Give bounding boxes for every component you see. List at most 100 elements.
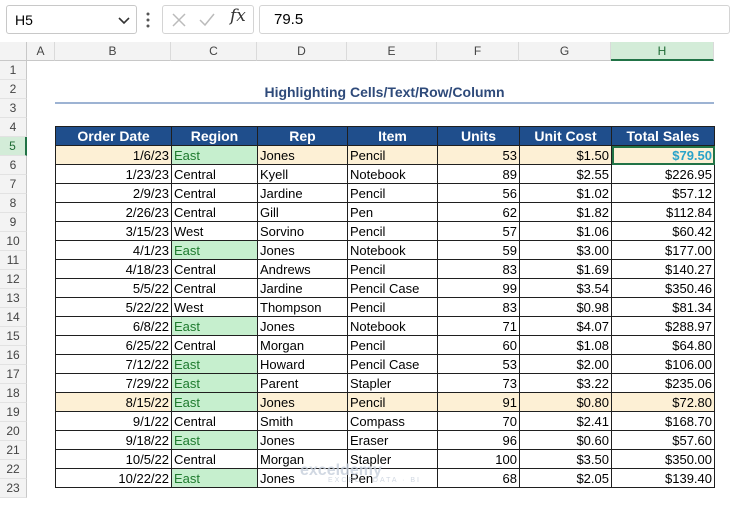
table-cell[interactable]: Jones — [257, 392, 348, 412]
table-cell[interactable]: $0.80 — [519, 392, 612, 412]
row-header-17[interactable]: 17 — [0, 365, 27, 384]
header-cell[interactable]: Item — [347, 126, 438, 146]
column-header-d[interactable]: D — [257, 42, 347, 61]
column-header-e[interactable]: E — [347, 42, 437, 61]
table-cell[interactable]: 6/25/22 — [55, 335, 172, 355]
table-cell[interactable]: $0.98 — [519, 297, 612, 317]
table-cell[interactable]: Pencil — [347, 297, 438, 317]
table-cell[interactable]: East — [171, 430, 258, 450]
table-cell[interactable]: East — [171, 316, 258, 336]
table-cell[interactable]: 4/1/23 — [55, 240, 172, 260]
table-cell[interactable]: $226.95 — [611, 164, 715, 184]
table-cell[interactable]: 7/29/22 — [55, 373, 172, 393]
table-cell[interactable]: $64.80 — [611, 335, 715, 355]
table-cell[interactable]: Kyell — [257, 164, 348, 184]
column-header-b[interactable]: B — [55, 42, 171, 61]
table-cell[interactable]: $81.34 — [611, 297, 715, 317]
table-cell[interactable]: 1/23/23 — [55, 164, 172, 184]
table-cell[interactable]: East — [171, 145, 258, 165]
table-cell[interactable]: Notebook — [347, 316, 438, 336]
table-cell[interactable]: $168.70 — [611, 411, 715, 431]
select-all-corner[interactable] — [0, 42, 27, 61]
table-cell[interactable]: 83 — [437, 297, 520, 317]
table-cell[interactable]: 73 — [437, 373, 520, 393]
table-cell[interactable]: 7/12/22 — [55, 354, 172, 374]
table-cell[interactable]: West — [171, 221, 258, 241]
table-cell[interactable]: Jardine — [257, 278, 348, 298]
enter-check-icon[interactable] — [198, 12, 216, 28]
header-cell[interactable]: Total Sales — [611, 126, 715, 146]
insert-function-icon[interactable]: fx — [230, 6, 246, 26]
table-cell[interactable]: Central — [171, 183, 258, 203]
table-cell[interactable]: 100 — [437, 449, 520, 469]
table-cell[interactable]: $140.27 — [611, 259, 715, 279]
table-cell[interactable]: $72.80 — [611, 392, 715, 412]
table-cell[interactable]: $0.60 — [519, 430, 612, 450]
table-cell[interactable]: $235.06 — [611, 373, 715, 393]
table-cell[interactable]: Andrews — [257, 259, 348, 279]
row-header-5[interactable]: 5 — [0, 137, 27, 156]
table-cell[interactable]: 57 — [437, 221, 520, 241]
row-header-4[interactable]: 4 — [0, 118, 27, 137]
table-cell[interactable]: East — [171, 354, 258, 374]
column-header-f[interactable]: F — [437, 42, 519, 61]
header-cell[interactable]: Units — [437, 126, 520, 146]
table-cell[interactable]: 8/15/22 — [55, 392, 172, 412]
table-cell[interactable]: 2/9/23 — [55, 183, 172, 203]
table-cell[interactable]: $3.50 — [519, 449, 612, 469]
table-cell[interactable]: $1.06 — [519, 221, 612, 241]
table-cell[interactable]: $3.22 — [519, 373, 612, 393]
table-cell[interactable]: 10/22/22 — [55, 468, 172, 488]
table-cell[interactable]: Central — [171, 202, 258, 222]
table-cell[interactable]: $1.08 — [519, 335, 612, 355]
header-cell[interactable]: Unit Cost — [519, 126, 612, 146]
table-cell[interactable]: Central — [171, 411, 258, 431]
row-header-16[interactable]: 16 — [0, 346, 27, 365]
table-cell[interactable]: Sorvino — [257, 221, 348, 241]
table-cell[interactable]: East — [171, 392, 258, 412]
table-cell[interactable]: 3/15/23 — [55, 221, 172, 241]
table-cell[interactable]: 1/6/23 — [55, 145, 172, 165]
table-cell[interactable]: 4/18/23 — [55, 259, 172, 279]
table-cell[interactable]: 5/22/22 — [55, 297, 172, 317]
table-cell[interactable]: Central — [171, 335, 258, 355]
table-cell[interactable]: $4.07 — [519, 316, 612, 336]
table-cell[interactable]: East — [171, 468, 258, 488]
column-header-c[interactable]: C — [171, 42, 257, 61]
row-header-8[interactable]: 8 — [0, 194, 27, 213]
table-cell[interactable]: East — [171, 240, 258, 260]
table-cell[interactable]: Thompson — [257, 297, 348, 317]
table-cell[interactable]: $1.50 — [519, 145, 612, 165]
row-header-1[interactable]: 1 — [0, 61, 27, 80]
table-cell[interactable]: 83 — [437, 259, 520, 279]
row-header-19[interactable]: 19 — [0, 403, 27, 422]
table-cell[interactable]: 2/26/23 — [55, 202, 172, 222]
table-cell[interactable]: 9/18/22 — [55, 430, 172, 450]
table-cell[interactable]: Gill — [257, 202, 348, 222]
table-cell[interactable]: $1.69 — [519, 259, 612, 279]
table-cell[interactable]: Jones — [257, 145, 348, 165]
table-cell[interactable]: East — [171, 373, 258, 393]
table-cell[interactable]: Pencil — [347, 392, 438, 412]
row-header-9[interactable]: 9 — [0, 213, 27, 232]
row-header-6[interactable]: 6 — [0, 156, 27, 175]
table-cell[interactable]: $350.00 — [611, 449, 715, 469]
row-header-18[interactable]: 18 — [0, 384, 27, 403]
table-cell[interactable]: Parent — [257, 373, 348, 393]
row-header-7[interactable]: 7 — [0, 175, 27, 194]
table-cell[interactable]: 6/8/22 — [55, 316, 172, 336]
row-header-15[interactable]: 15 — [0, 327, 27, 346]
table-cell[interactable]: $106.00 — [611, 354, 715, 374]
table-cell[interactable]: 53 — [437, 145, 520, 165]
table-cell[interactable]: Pen — [347, 202, 438, 222]
row-header-23[interactable]: 23 — [0, 479, 27, 498]
table-cell[interactable]: Pencil — [347, 145, 438, 165]
table-cell[interactable]: Pencil — [347, 259, 438, 279]
table-cell[interactable]: 89 — [437, 164, 520, 184]
table-cell[interactable]: $60.42 — [611, 221, 715, 241]
table-cell[interactable]: $57.12 — [611, 183, 715, 203]
table-cell[interactable]: Central — [171, 449, 258, 469]
table-cell[interactable]: Jones — [257, 316, 348, 336]
column-header-a[interactable]: A — [27, 42, 55, 61]
table-cell[interactable]: 91 — [437, 392, 520, 412]
